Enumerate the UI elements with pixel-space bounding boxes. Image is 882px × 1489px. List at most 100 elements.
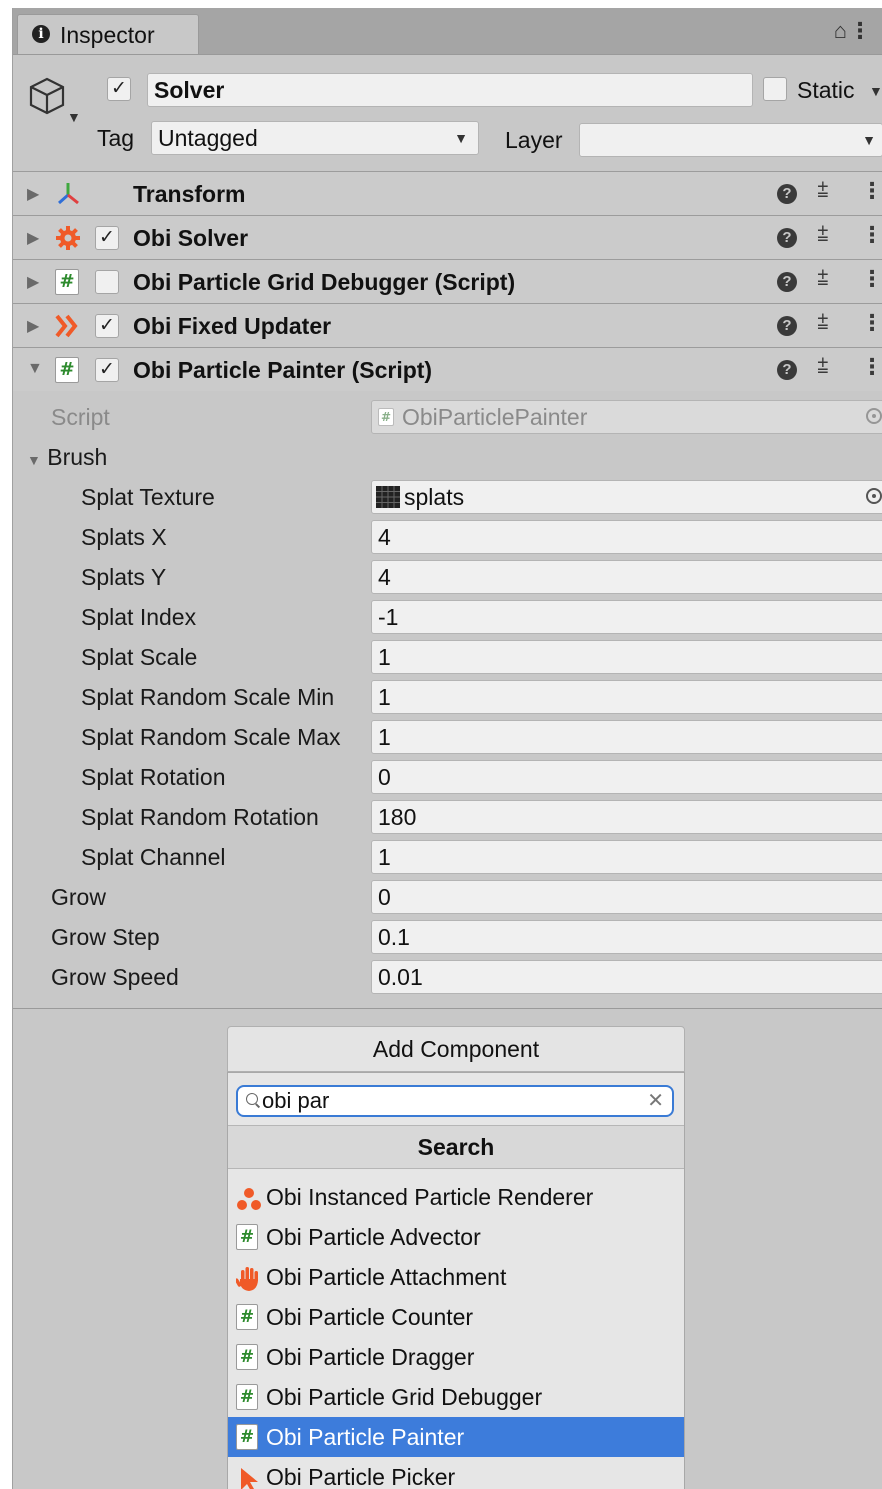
- foldout-arrow-icon[interactable]: ▶: [27, 272, 39, 292]
- grow-speed-field[interactable]: 0.01: [371, 960, 882, 994]
- help-icon[interactable]: ?: [777, 316, 797, 336]
- object-picker-icon[interactable]: [866, 488, 882, 504]
- splat-texture-field[interactable]: splats: [371, 480, 882, 514]
- component-title: Transform: [133, 181, 246, 207]
- splat-rotation-field[interactable]: 0: [371, 760, 882, 794]
- result-label: Obi Instanced Particle Renderer: [266, 1184, 594, 1210]
- preset-icon[interactable]: ⩲: [817, 180, 829, 203]
- component-obi-particle-grid-debugger[interactable]: ▶ # Obi Particle Grid Debugger (Script) …: [13, 259, 882, 303]
- foldout-arrow-icon[interactable]: ▶: [27, 184, 39, 204]
- brush-label: Brush: [47, 444, 108, 470]
- grow-step-field[interactable]: 0.1: [371, 920, 882, 954]
- tag-dropdown[interactable]: Untagged ▼: [151, 121, 479, 155]
- result-obi-particle-picker[interactable]: Obi Particle Picker: [228, 1457, 684, 1489]
- script-icon: #: [236, 1384, 262, 1410]
- particles-icon: [236, 1184, 262, 1210]
- component-obi-solver[interactable]: ▶ ✓ Obi Solver ? ⩲ ⋮: [13, 215, 882, 259]
- more-icon[interactable]: ⋮: [861, 222, 882, 248]
- more-icon[interactable]: ⋮: [849, 18, 871, 44]
- more-icon[interactable]: ⋮: [861, 354, 882, 380]
- more-icon[interactable]: ⋮: [861, 310, 882, 336]
- pointer-icon: [236, 1464, 262, 1489]
- preset-icon[interactable]: ⩲: [817, 312, 829, 335]
- preset-icon[interactable]: ⩲: [817, 268, 829, 291]
- result-label: Obi Particle Attachment: [266, 1264, 507, 1290]
- result-obi-particle-counter[interactable]: # Obi Particle Counter: [228, 1297, 684, 1337]
- component-title: Obi Particle Grid Debugger (Script): [133, 269, 516, 295]
- component-enabled-checkbox[interactable]: [95, 270, 119, 294]
- splat-channel-label: Splat Channel: [81, 844, 226, 870]
- splat-channel-field[interactable]: 1: [371, 840, 882, 874]
- layer-dropdown-icon: ▼: [862, 132, 876, 148]
- script-icon: #: [236, 1424, 262, 1450]
- gameobject-icon-dropdown-icon[interactable]: ▼: [67, 109, 81, 125]
- help-icon[interactable]: ?: [777, 272, 797, 292]
- splat-random-rotation-field[interactable]: 180: [371, 800, 882, 834]
- static-checkbox[interactable]: [763, 77, 787, 101]
- brush-foldout[interactable]: ▼ Brush: [27, 439, 107, 478]
- grow-field[interactable]: 0: [371, 880, 882, 914]
- search-icon: [246, 1093, 258, 1105]
- splat-scale-label: Splat Scale: [81, 644, 198, 670]
- result-obi-instanced-particle-renderer[interactable]: Obi Instanced Particle Renderer: [228, 1177, 684, 1217]
- divider: [13, 1008, 882, 1009]
- component-obi-fixed-updater[interactable]: ▶ ✓ Obi Fixed Updater ? ⩲ ⋮: [13, 303, 882, 347]
- search-box[interactable]: ✕: [236, 1085, 674, 1117]
- result-obi-particle-advector[interactable]: # Obi Particle Advector: [228, 1217, 684, 1257]
- script-icon: #: [378, 408, 394, 426]
- component-title: Obi Fixed Updater: [133, 313, 332, 339]
- static-label: Static: [797, 77, 855, 103]
- lock-icon[interactable]: ⌂: [834, 18, 847, 44]
- splat-random-scale-max-label: Splat Random Scale Max: [81, 724, 341, 750]
- component-title: Obi Solver: [133, 225, 249, 251]
- splat-texture-value: splats: [404, 484, 465, 510]
- script-field: # ObiParticlePainter: [371, 400, 882, 434]
- result-obi-particle-grid-debugger[interactable]: # Obi Particle Grid Debugger: [228, 1377, 684, 1417]
- foldout-arrow-icon[interactable]: ▶: [27, 316, 39, 336]
- help-icon[interactable]: ?: [777, 360, 797, 380]
- component-transform[interactable]: ▶ Transform ? ⩲ ⋮: [13, 171, 882, 215]
- add-component-button[interactable]: Add Component: [227, 1026, 685, 1072]
- foldout-arrow-icon: ▼: [27, 452, 41, 468]
- more-icon[interactable]: ⋮: [861, 266, 882, 292]
- component-obi-particle-painter[interactable]: ▼ # ✓ Obi Particle Painter (Script) ? ⩲ …: [13, 347, 882, 391]
- component-enabled-checkbox[interactable]: ✓: [95, 226, 119, 250]
- gameobject-cube-icon[interactable]: [27, 75, 71, 119]
- info-icon: i: [32, 25, 50, 43]
- component-enabled-checkbox[interactable]: ✓: [95, 358, 119, 382]
- more-icon[interactable]: ⋮: [861, 178, 882, 204]
- splat-texture-label: Splat Texture: [81, 484, 215, 510]
- splat-scale-field[interactable]: 1: [371, 640, 882, 674]
- gameobject-name-field[interactable]: Solver: [147, 73, 753, 107]
- help-icon[interactable]: ?: [777, 184, 797, 204]
- splats-y-field[interactable]: 4: [371, 560, 882, 594]
- tab-inspector[interactable]: i Inspector: [17, 14, 199, 54]
- splats-x-label: Splats X: [81, 524, 167, 550]
- result-obi-particle-dragger[interactable]: # Obi Particle Dragger: [228, 1337, 684, 1377]
- result-label: Obi Particle Painter: [266, 1424, 465, 1450]
- preset-icon[interactable]: ⩲: [817, 224, 829, 247]
- static-dropdown-icon[interactable]: ▼: [869, 83, 882, 99]
- splats-x-field[interactable]: 4: [371, 520, 882, 554]
- splat-random-scale-max-field[interactable]: 1: [371, 720, 882, 754]
- gameobject-active-checkbox[interactable]: ✓: [107, 77, 131, 101]
- help-icon[interactable]: ?: [777, 228, 797, 248]
- result-label: Obi Particle Picker: [266, 1464, 456, 1489]
- foldout-arrow-icon[interactable]: ▼: [27, 360, 43, 378]
- tab-inspector-label: Inspector: [60, 22, 155, 48]
- splat-random-scale-min-field[interactable]: 1: [371, 680, 882, 714]
- result-obi-particle-painter[interactable]: # Obi Particle Painter: [228, 1417, 684, 1457]
- script-icon: #: [236, 1304, 262, 1330]
- layer-dropdown[interactable]: ▼: [579, 123, 882, 157]
- preset-icon[interactable]: ⩲: [817, 356, 829, 379]
- splat-index-field[interactable]: -1: [371, 600, 882, 634]
- foldout-arrow-icon[interactable]: ▶: [27, 228, 39, 248]
- component-title: Obi Particle Painter (Script): [133, 357, 433, 383]
- texture-thumbnail-icon: [376, 486, 400, 508]
- splat-rotation-label: Splat Rotation: [81, 764, 226, 790]
- search-input[interactable]: [262, 1087, 642, 1115]
- close-icon[interactable]: ✕: [647, 1088, 664, 1113]
- component-enabled-checkbox[interactable]: ✓: [95, 314, 119, 338]
- result-obi-particle-attachment[interactable]: Obi Particle Attachment: [228, 1257, 684, 1297]
- gear-icon: [56, 226, 80, 250]
